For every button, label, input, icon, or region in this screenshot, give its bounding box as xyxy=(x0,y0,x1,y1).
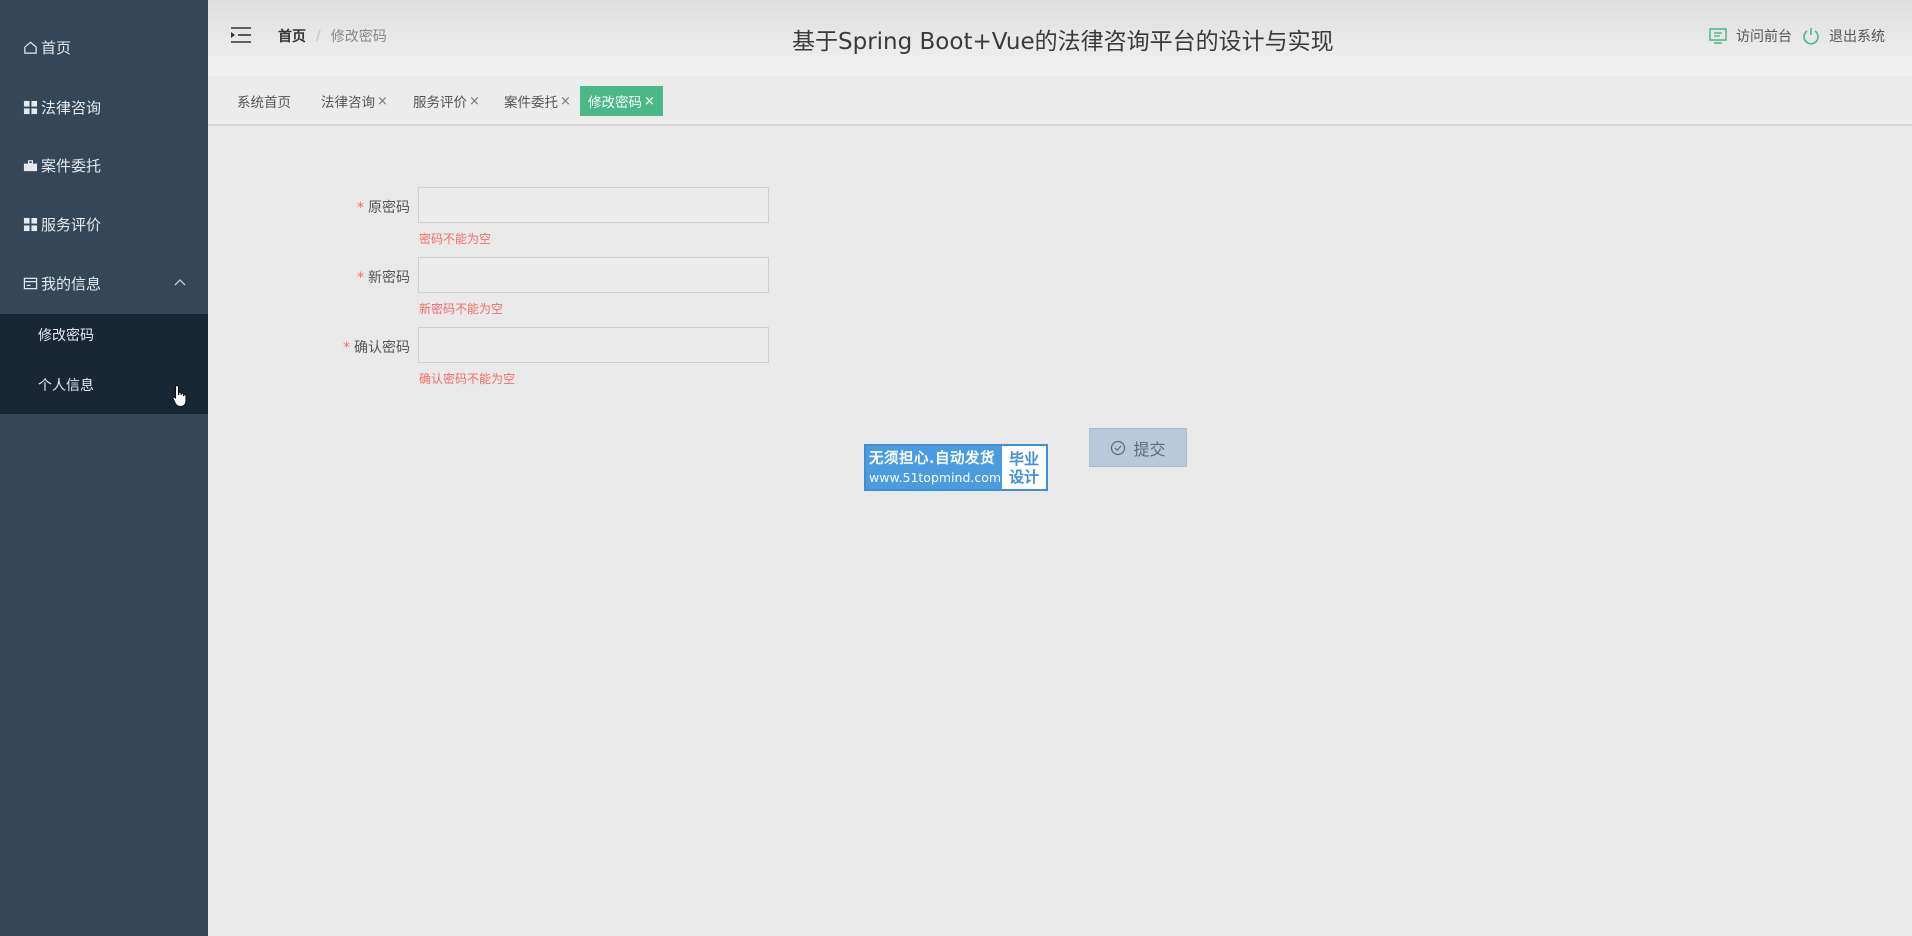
submit-button[interactable]: 提交 xyxy=(1089,428,1187,467)
confirm-password-input[interactable] xyxy=(418,327,769,363)
card-icon xyxy=(22,275,38,291)
check-circle-icon xyxy=(1111,440,1126,455)
watermark-left: 无须担心.自动发货 www.51topmind.com xyxy=(866,446,1002,489)
tag-legal-consult[interactable]: 法律咨询 × xyxy=(313,86,396,116)
watermark-slogan: 无须担心.自动发货 xyxy=(869,450,996,467)
confirm-password-label: * 确认密码 xyxy=(290,337,410,357)
old-password-input[interactable] xyxy=(418,187,769,223)
watermark-url: www.51topmind.com xyxy=(869,469,1002,485)
home-icon xyxy=(22,39,38,55)
required-mark: * xyxy=(357,200,364,216)
top-header: 首页 / 修改密码 基于Spring Boot+Vue的法律咨询平台的设计与实现… xyxy=(208,0,1912,76)
sidebar-item-home[interactable]: 首页 xyxy=(0,27,208,67)
visit-frontend-label: 访问前台 xyxy=(1736,29,1792,45)
sidebar-item-label: 案件委托 xyxy=(41,156,102,175)
field-label-text: 原密码 xyxy=(368,200,410,216)
close-icon[interactable]: × xyxy=(560,94,571,109)
breadcrumb-separator: / xyxy=(316,28,321,44)
tag-dashboard[interactable]: 系统首页 xyxy=(229,86,299,116)
tags-view: 系统首页 法律咨询 × 服务评价 × 案件委托 × 修改密码 × xyxy=(208,76,1912,126)
tag-service-review[interactable]: 服务评价 × xyxy=(405,86,488,116)
field-label-text: 确认密码 xyxy=(354,340,410,356)
new-password-label: * 新密码 xyxy=(290,267,410,287)
close-icon[interactable]: × xyxy=(644,94,655,109)
tag-label: 系统首页 xyxy=(237,95,291,111)
sidebar-item-label: 服务评价 xyxy=(41,215,102,234)
chevron-up-icon xyxy=(174,275,186,293)
new-password-error: 新密码不能为空 xyxy=(419,302,504,316)
logout-label: 退出系统 xyxy=(1829,29,1885,45)
sidebar-item-case-commission[interactable]: 案件委托 xyxy=(0,145,208,185)
grid-icon xyxy=(22,216,38,232)
old-password-label: * 原密码 xyxy=(290,197,410,217)
tag-label: 法律咨询 xyxy=(321,95,375,111)
monitor-icon xyxy=(1709,28,1727,44)
close-icon[interactable]: × xyxy=(469,94,480,109)
watermark-right-bottom: 设计 xyxy=(1008,467,1039,486)
page-title: 基于Spring Boot+Vue的法律咨询平台的设计与实现 xyxy=(792,29,1334,55)
hand-cursor-icon xyxy=(172,384,190,408)
tag-case-commission[interactable]: 案件委托 × xyxy=(496,86,579,116)
sidebar-subitem-label: 个人信息 xyxy=(38,378,94,394)
breadcrumb-current: 修改密码 xyxy=(330,29,387,45)
breadcrumb-home[interactable]: 首页 xyxy=(278,26,306,46)
visit-frontend-button[interactable]: 访问前台 xyxy=(1708,26,1792,46)
close-icon[interactable]: × xyxy=(377,94,388,109)
sidebar-subitem-change-password[interactable]: 修改密码 xyxy=(0,314,208,356)
sidebar-item-label: 法律咨询 xyxy=(41,98,102,117)
sidebar-item-my-info[interactable]: 我的信息 xyxy=(0,263,208,303)
tag-label: 案件委托 xyxy=(504,95,558,111)
sidebar: 首页 法律咨询 案件委托 服务评价 我的信息 修改密码 个人信息 xyxy=(0,0,208,936)
sidebar-subitem-label: 修改密码 xyxy=(38,328,94,344)
collapse-menu-icon[interactable] xyxy=(230,26,252,44)
tag-change-password[interactable]: 修改密码 × xyxy=(580,86,663,116)
confirm-password-error: 确认密码不能为空 xyxy=(419,372,516,386)
grid-icon xyxy=(22,99,38,115)
power-icon xyxy=(1803,28,1819,45)
field-label-text: 新密码 xyxy=(368,270,410,286)
tag-label: 修改密码 xyxy=(588,95,642,111)
old-password-error: 密码不能为空 xyxy=(419,232,492,246)
sidebar-item-label: 首页 xyxy=(41,38,72,57)
watermark-badge: 无须担心.自动发货 www.51topmind.com 毕业 设计 xyxy=(864,444,1048,491)
submit-label: 提交 xyxy=(1133,439,1166,459)
new-password-input[interactable] xyxy=(418,257,769,293)
sidebar-item-service-review[interactable]: 服务评价 xyxy=(0,204,208,244)
logout-button[interactable]: 退出系统 xyxy=(1801,26,1885,46)
watermark-right-top: 毕业 xyxy=(1008,449,1039,468)
sidebar-item-legal-consult[interactable]: 法律咨询 xyxy=(0,87,208,127)
required-mark: * xyxy=(343,340,350,356)
required-mark: * xyxy=(357,270,364,286)
sidebar-item-label: 我的信息 xyxy=(41,274,102,293)
tag-label: 服务评价 xyxy=(413,95,467,111)
breadcrumb: 首页 / 修改密码 xyxy=(278,26,387,46)
watermark-right: 毕业 设计 xyxy=(1002,446,1046,489)
briefcase-icon xyxy=(22,157,38,173)
